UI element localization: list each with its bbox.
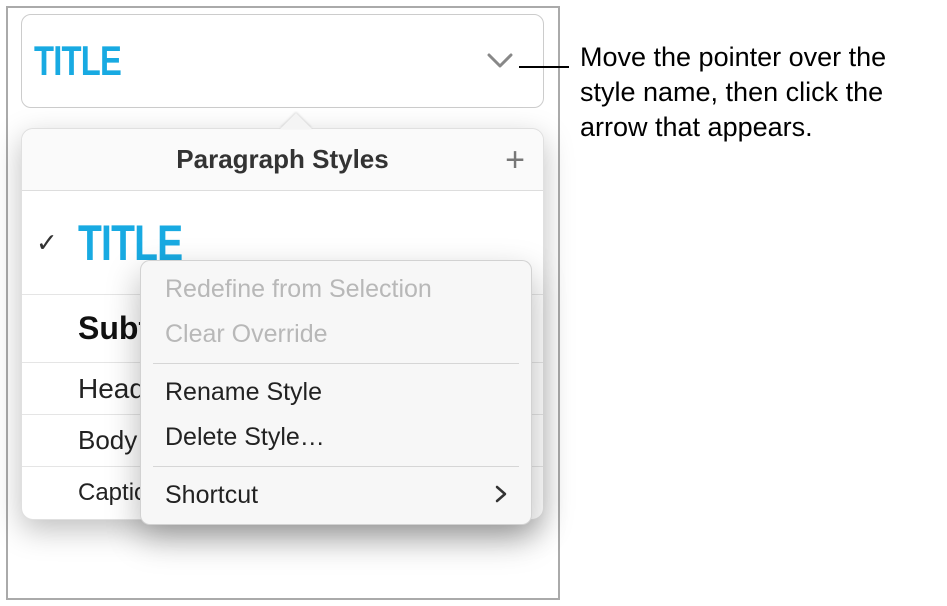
menu-redefine: Redefine from Selection	[141, 267, 531, 312]
popover-caret	[280, 113, 312, 129]
panel-frame: TITLE Paragraph Styles + ✓ TITLE Subtitl…	[6, 6, 560, 600]
callout-leader-line	[519, 66, 569, 68]
menu-rename-label: Rename Style	[165, 378, 322, 407]
menu-shortcut-label: Shortcut	[165, 481, 258, 510]
callout-text: Move the pointer over the style name, th…	[580, 40, 942, 145]
chevron-right-icon	[495, 481, 507, 510]
menu-separator	[153, 466, 519, 467]
popover-header: Paragraph Styles +	[22, 129, 543, 191]
style-body-preview: Body	[78, 425, 137, 456]
checkmark-icon: ✓	[36, 227, 58, 258]
add-style-button[interactable]: +	[505, 143, 525, 177]
menu-clear-label: Clear Override	[165, 320, 328, 349]
menu-delete-label: Delete Style…	[165, 423, 325, 452]
current-style-label: TITLE	[34, 37, 121, 85]
menu-shortcut[interactable]: Shortcut	[141, 473, 531, 518]
popover-title: Paragraph Styles	[176, 144, 388, 175]
menu-separator	[153, 363, 519, 364]
chevron-down-icon[interactable]	[487, 53, 513, 69]
style-context-menu: Redefine from Selection Clear Override R…	[140, 260, 532, 525]
menu-delete-style[interactable]: Delete Style…	[141, 415, 531, 460]
menu-rename-style[interactable]: Rename Style	[141, 370, 531, 415]
current-style-well[interactable]: TITLE	[21, 14, 544, 108]
menu-clear-override: Clear Override	[141, 312, 531, 357]
menu-redefine-label: Redefine from Selection	[165, 275, 432, 304]
